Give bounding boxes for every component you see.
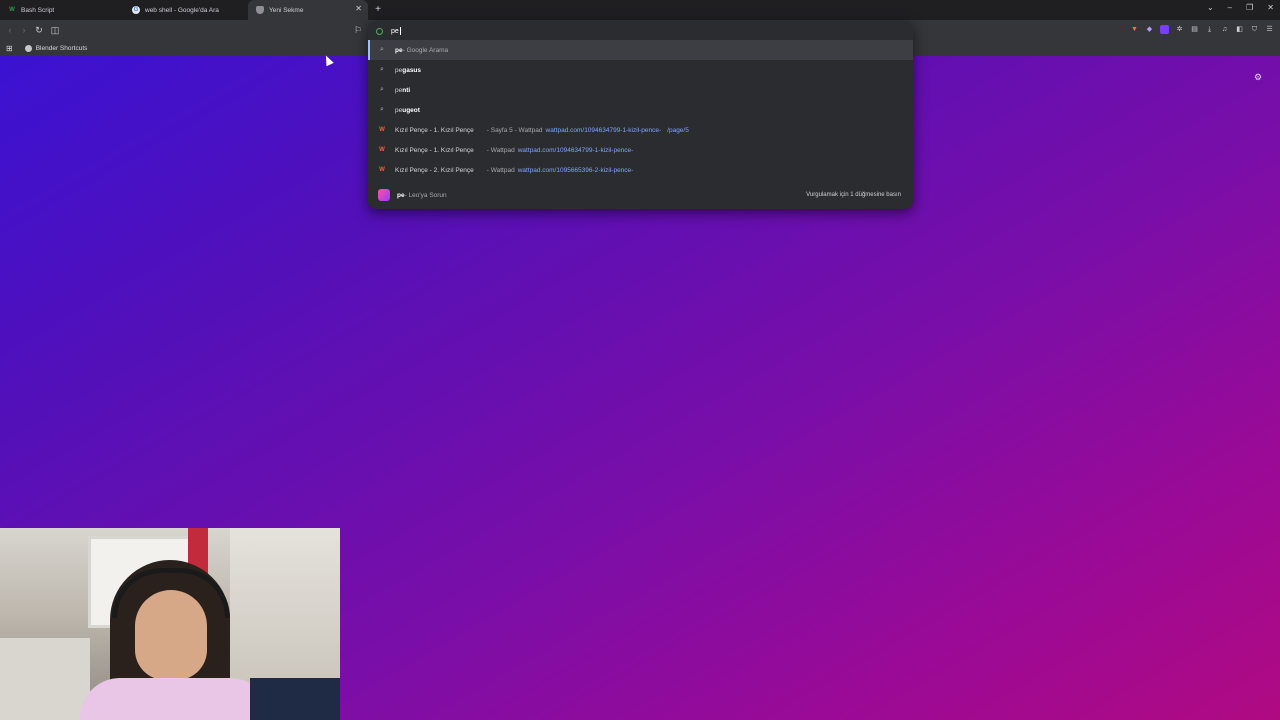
person-shirt <box>80 678 270 720</box>
search-icon: ⌕ <box>380 86 384 93</box>
suggestion-item[interactable]: ⌕ pe ugeot <box>368 100 913 120</box>
restore-icon[interactable]: ❐ <box>1246 3 1253 12</box>
wattpad-favicon-icon: W <box>9 7 15 13</box>
address-bar[interactable]: pe <box>376 24 401 38</box>
extension-purple-icon[interactable] <box>1160 25 1169 34</box>
history-url: wattpad.com/1095665396-2-kizil-pence- <box>517 166 634 174</box>
forward-icon[interactable]: › <box>18 24 30 36</box>
search-icon: ⌕ <box>380 66 384 73</box>
suggestion-item[interactable]: ⌕ pe gasus <box>368 60 913 80</box>
download-icon[interactable]: ⤓ <box>1205 25 1214 34</box>
sidebar-icon[interactable]: ◫ <box>49 24 61 36</box>
bookmark-favicon-icon <box>24 44 32 52</box>
webcam-overlay <box>0 528 340 720</box>
search-icon: ⌕ <box>380 46 384 53</box>
reload-icon[interactable]: ↻ <box>33 24 45 36</box>
suggestion-bold: pe <box>395 66 403 74</box>
address-input[interactable]: pe <box>391 27 401 35</box>
suggestion-rest: nti <box>402 86 411 94</box>
tab-title: Bash Script <box>21 6 55 14</box>
bookmark-label: Blender Shortcuts <box>35 44 88 52</box>
suggestion-bold: pe <box>395 46 403 54</box>
google-search-icon <box>376 27 383 35</box>
tab-title: web shell - Google'da Ara <box>145 6 219 14</box>
close-window-icon[interactable]: ✕ <box>1267 3 1274 12</box>
vpn-icon[interactable]: ⛉ <box>1250 25 1259 34</box>
history-url: wattpad.com/1094634799-1-kizil-pence- <box>517 146 634 154</box>
history-extra: - Wattpad <box>486 146 515 154</box>
menu-icon[interactable]: ☰ <box>1265 25 1274 34</box>
suggestion-rest: gasus <box>402 66 422 74</box>
puzzle-icon[interactable]: ✲ <box>1175 25 1184 34</box>
history-url: wattpad.com/1094634799-1-kizil-pence- <box>545 126 662 134</box>
rewards-icon[interactable]: ◆ <box>1145 25 1154 34</box>
close-tab-icon[interactable]: ✕ <box>355 4 362 13</box>
leo-bold: pe <box>397 191 405 199</box>
minimize-icon[interactable]: – <box>1228 3 1232 12</box>
leo-hint: Vurgulamak için 1 düğmesine basın <box>806 192 901 198</box>
new-tab-button[interactable]: + <box>370 2 386 18</box>
search-icon: ⌕ <box>380 106 384 113</box>
window-controls: ⌄ – ❐ ✕ <box>1207 3 1274 12</box>
suggestion-item[interactable]: ⌕ pe - Google Arama <box>368 40 913 60</box>
tab-web-shell[interactable]: G web shell - Google'da Ara <box>124 0 248 20</box>
history-url-tail: /page/5 <box>667 126 689 134</box>
sidepanel-icon[interactable]: ◧ <box>1235 25 1244 34</box>
tab-yeni-sekme[interactable]: Yeni Sekme ✕ <box>248 0 368 20</box>
history-title: Kızıl Pençe - 1. Kızıl Pençe <box>395 146 474 154</box>
history-title: Kızıl Pençe - 2. Kızıl Pençe <box>395 166 474 174</box>
tab-strip: W Bash Script G web shell - Google'da Ar… <box>0 0 1280 20</box>
reader-icon[interactable]: ▤ <box>1190 25 1199 34</box>
bookmark-icon[interactable]: ⚐ <box>352 24 364 36</box>
tab-bash-script[interactable]: W Bash Script <box>0 0 124 20</box>
wattpad-icon: W <box>379 127 385 133</box>
bookmark-blender-shortcuts[interactable]: Blender Shortcuts <box>24 44 88 52</box>
apps-grid-icon[interactable]: ⊞ <box>6 44 13 53</box>
history-extra: - Sayfa 5 - Wattpad <box>486 126 543 134</box>
wattpad-icon: W <box>379 167 385 173</box>
omnibox-dropdown: pe ⌕ pe - Google Arama ⌕ pe gasus ⌕ pe nti… <box>368 21 913 209</box>
wattpad-icon: W <box>379 147 385 153</box>
media-icon[interactable]: ♫ <box>1220 25 1229 34</box>
leo-ai-icon <box>378 189 390 201</box>
suggestion-rest: ugeot <box>402 106 420 114</box>
history-item[interactable]: W Kızıl Pençe - 2. Kızıl Pençe - Wattpad… <box>368 160 913 180</box>
extensions-row: ▼ ◆ ✲ ▤ ⤓ ♫ ◧ ⛉ ☰ <box>1130 25 1274 34</box>
gear-icon[interactable]: ⚙ <box>1254 72 1262 83</box>
back-icon[interactable]: ‹ <box>4 24 16 36</box>
suggestion-bold: pe <box>395 86 403 94</box>
leo-suggestion[interactable]: pe - Leo'ya Sorun Vurgulamak için 1 düğm… <box>368 185 913 205</box>
leo-rest: - Leo'ya Sorun <box>404 191 447 199</box>
suggestion-bold: pe <box>395 106 403 114</box>
history-extra: - Wattpad <box>486 166 515 174</box>
shield-favicon-icon <box>256 6 264 14</box>
history-item[interactable]: W Kızıl Pençe - 1. Kızıl Pençe - Wattpad… <box>368 140 913 160</box>
tab-search-icon[interactable]: ⌄ <box>1207 3 1214 12</box>
history-title: Kızıl Pençe - 1. Kızıl Pençe <box>395 126 474 134</box>
history-item[interactable]: W Kızıl Pençe - 1. Kızıl Pençe - Sayfa 5… <box>368 120 913 140</box>
brave-shield-icon[interactable]: ▼ <box>1130 25 1139 34</box>
sofa <box>0 638 90 720</box>
suggestion-item[interactable]: ⌕ pe nti <box>368 80 913 100</box>
google-favicon-icon: G <box>132 6 140 14</box>
suggestion-rest: - Google Arama <box>402 46 449 54</box>
dark-object <box>250 678 340 720</box>
tab-title: Yeni Sekme <box>269 6 304 14</box>
